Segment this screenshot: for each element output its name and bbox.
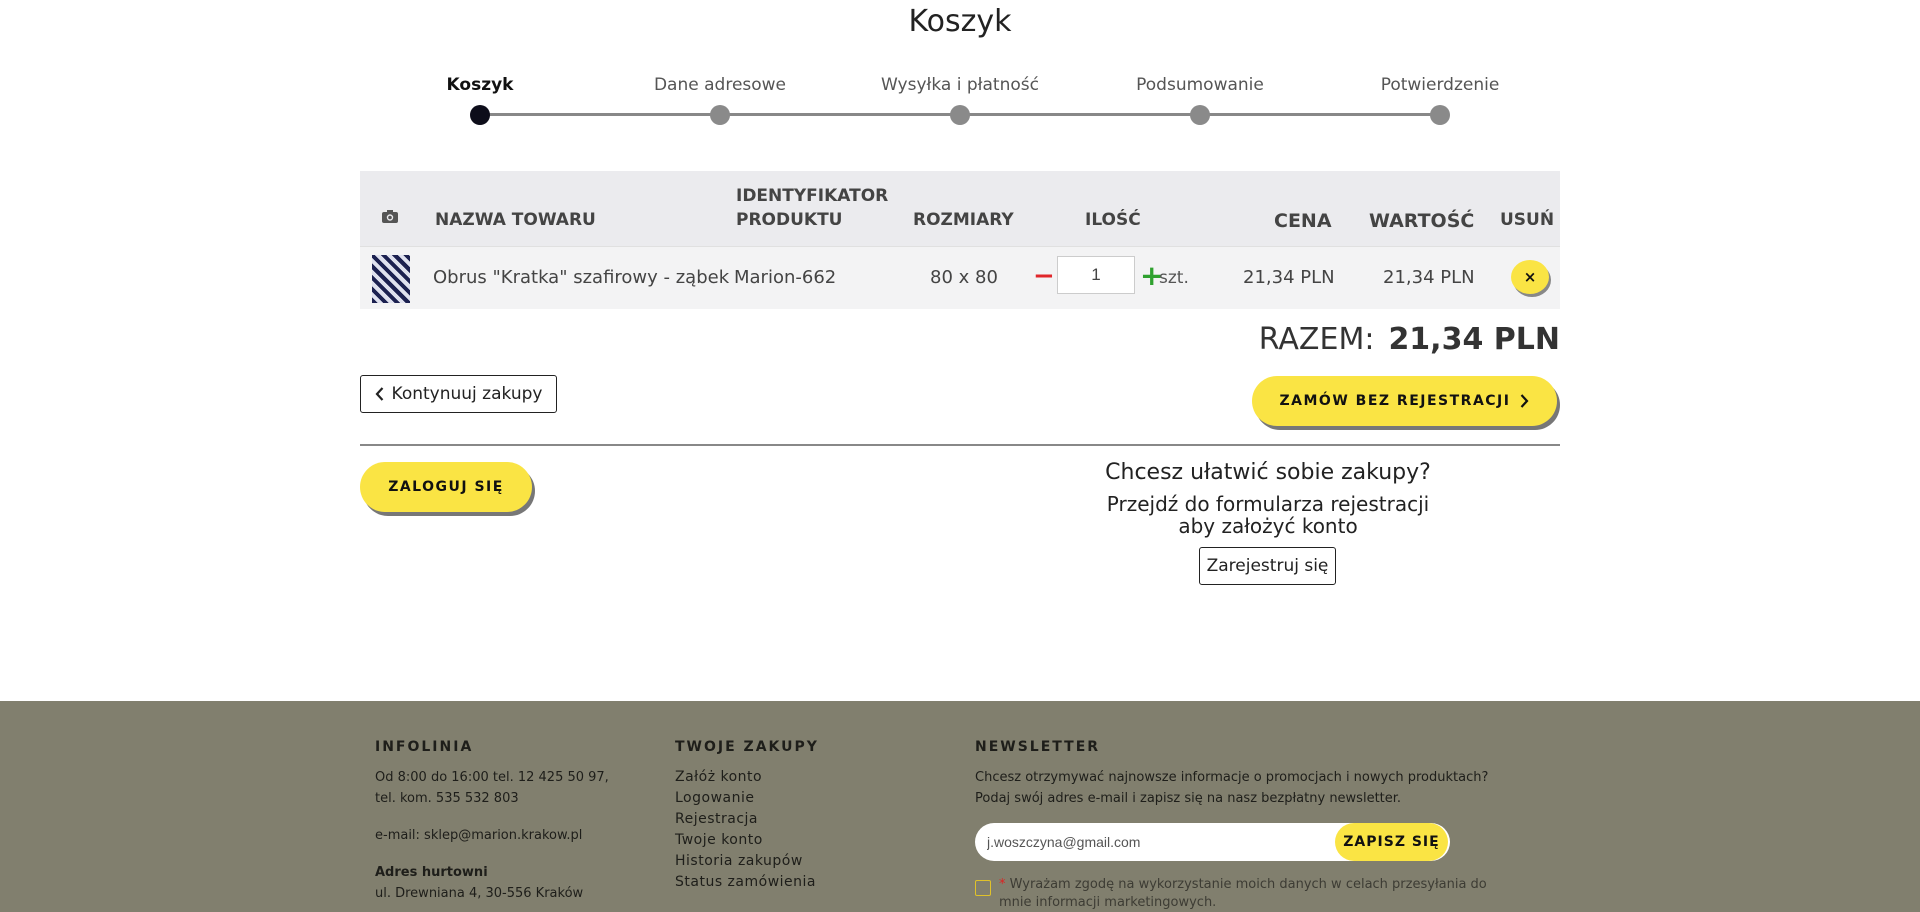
consent-label: * Wyrażam zgodę na wykorzystanie moich d… (999, 876, 1519, 912)
header-price: CENA (1274, 210, 1332, 232)
chevron-left-icon (375, 387, 384, 401)
newsletter-text-2: Podaj swój adres e-mail i zapisz się na … (975, 791, 1402, 806)
register-button[interactable]: Zarejestruj się (1199, 547, 1336, 585)
footer-link-create-account[interactable]: Załóż konto (675, 767, 819, 788)
page-title: Koszyk (908, 4, 1012, 39)
continue-shopping-label: Kontynuuj zakupy (391, 384, 543, 404)
login-button[interactable]: ZALOGUJ SIĘ (360, 462, 532, 512)
footer: INFOLINIA Od 8:00 do 16:00 tel. 12 425 5… (0, 701, 1920, 912)
remove-item-button[interactable]: × (1511, 260, 1549, 294)
header-quantity: ILOŚĆ (1085, 210, 1141, 230)
header-value: WARTOŚĆ (1369, 210, 1475, 232)
close-icon: × (1523, 268, 1537, 286)
footer-link-history[interactable]: Historia zakupów (675, 851, 819, 872)
step-label: Koszyk (446, 75, 514, 95)
footer-mobile: tel. kom. 535 532 803 (375, 791, 519, 806)
subscribe-label: ZAPISZ SIĘ (1343, 834, 1440, 850)
step-label: Potwierdzenie (1380, 75, 1500, 95)
footer-infolinia: INFOLINIA Od 8:00 do 16:00 tel. 12 425 5… (375, 739, 609, 904)
promo-line-2: aby założyć konto (1178, 514, 1358, 538)
product-thumbnail[interactable] (372, 255, 410, 303)
order-without-registration-button[interactable]: ZAMÓW BEZ REJESTRACJI (1252, 376, 1557, 426)
cart-total: RAZEM: 21,34 PLN (1259, 322, 1560, 357)
login-button-label: ZALOGUJ SIĘ (388, 479, 504, 495)
quantity-unit: szt. (1159, 268, 1189, 288)
camera-icon (381, 209, 399, 229)
newsletter-subscribe-button[interactable]: ZAPISZ SIĘ (1335, 823, 1448, 861)
product-value: 21,34 PLN (1383, 267, 1475, 288)
consent-text: Wyrażam zgodę na wykorzystanie moich dan… (999, 877, 1487, 910)
step-dot-active (470, 105, 490, 125)
order-button-label: ZAMÓW BEZ REJESTRACJI (1279, 393, 1511, 409)
chevron-right-icon (1520, 394, 1529, 408)
footer-newsletter: NEWSLETTER Chcesz otrzymywać najnowsze i… (975, 739, 1488, 809)
step-dot (710, 105, 730, 125)
register-button-label: Zarejestruj się (1206, 556, 1329, 576)
step-dot (1430, 105, 1450, 125)
step-summary: Podsumowanie (1080, 75, 1320, 125)
footer-link-registration[interactable]: Rejestracja (675, 809, 819, 830)
product-size: 80 x 80 (930, 267, 998, 288)
footer-purchases-title: TWOJE ZAKUPY (675, 739, 819, 755)
decrease-quantity-button[interactable]: − (1033, 261, 1055, 291)
newsletter-title: NEWSLETTER (975, 739, 1101, 755)
step-dot (1190, 105, 1210, 125)
step-dot (950, 105, 970, 125)
promo-heading: Chcesz ułatwić sobie zakupy? (1105, 460, 1431, 485)
header-name: NAZWA TOWARU (435, 210, 596, 230)
header-product-id: IDENTYFIKATOR PRODUKTU (736, 186, 889, 230)
step-label: Dane adresowe (653, 75, 787, 95)
footer-hours: Od 8:00 do 16:00 tel. 12 425 50 97, (375, 770, 609, 785)
footer-purchases: TWOJE ZAKUPY Załóż konto Logowanie Rejes… (675, 739, 819, 893)
footer-email[interactable]: e-mail: sklep@marion.krakow.pl (375, 825, 609, 846)
footer-address-title: Adres hurtowni (375, 865, 488, 880)
header-sizes: ROZMIARY (913, 210, 1014, 230)
total-value: 21,34 PLN (1388, 322, 1560, 357)
footer-link-order-status[interactable]: Status zamówienia (675, 872, 819, 893)
product-id: Marion-662 (734, 267, 837, 288)
step-shipping: Wysyłka i płatność (840, 75, 1080, 125)
consent-checkbox[interactable] (975, 880, 991, 896)
footer-link-login[interactable]: Logowanie (675, 788, 819, 809)
section-divider (360, 444, 1560, 446)
table-row: Obrus "Kratka" szafirowy - ząbek Marion-… (360, 246, 1560, 309)
step-confirmation: Potwierdzenie (1320, 75, 1560, 125)
newsletter-text-1: Chcesz otrzymywać najnowsze informacje o… (975, 770, 1489, 785)
step-label: Wysyłka i płatność (881, 75, 1039, 95)
promo-line-1: Przejdź do formularza rejestracji (1106, 492, 1430, 516)
footer-infolinia-title: INFOLINIA (375, 739, 474, 755)
step-address: Dane adresowe (600, 75, 840, 125)
footer-link-account[interactable]: Twoje konto (675, 830, 819, 851)
step-cart: Koszyk (360, 75, 600, 125)
table-header: NAZWA TOWARU IDENTYFIKATOR PRODUKTU ROZM… (360, 171, 1560, 246)
quantity-input[interactable] (1057, 256, 1135, 294)
total-label: RAZEM: (1258, 322, 1375, 357)
product-name[interactable]: Obrus "Kratka" szafirowy - ząbek (433, 267, 729, 288)
continue-shopping-button[interactable]: Kontynuuj zakupy (360, 375, 557, 413)
cart-table: NAZWA TOWARU IDENTYFIKATOR PRODUKTU ROZM… (360, 171, 1560, 309)
footer-address: ul. Drewniana 4, 30-556 Kraków (375, 886, 584, 901)
product-price: 21,34 PLN (1243, 267, 1335, 288)
step-label: Podsumowanie (1136, 75, 1264, 95)
required-mark: * (999, 877, 1006, 892)
registration-promo: Chcesz ułatwić sobie zakupy? Przejdź do … (1068, 460, 1468, 537)
header-remove: USUŃ (1500, 210, 1555, 230)
checkout-stepper: Koszyk Dane adresowe Wysyłka i płatność … (420, 75, 1540, 135)
